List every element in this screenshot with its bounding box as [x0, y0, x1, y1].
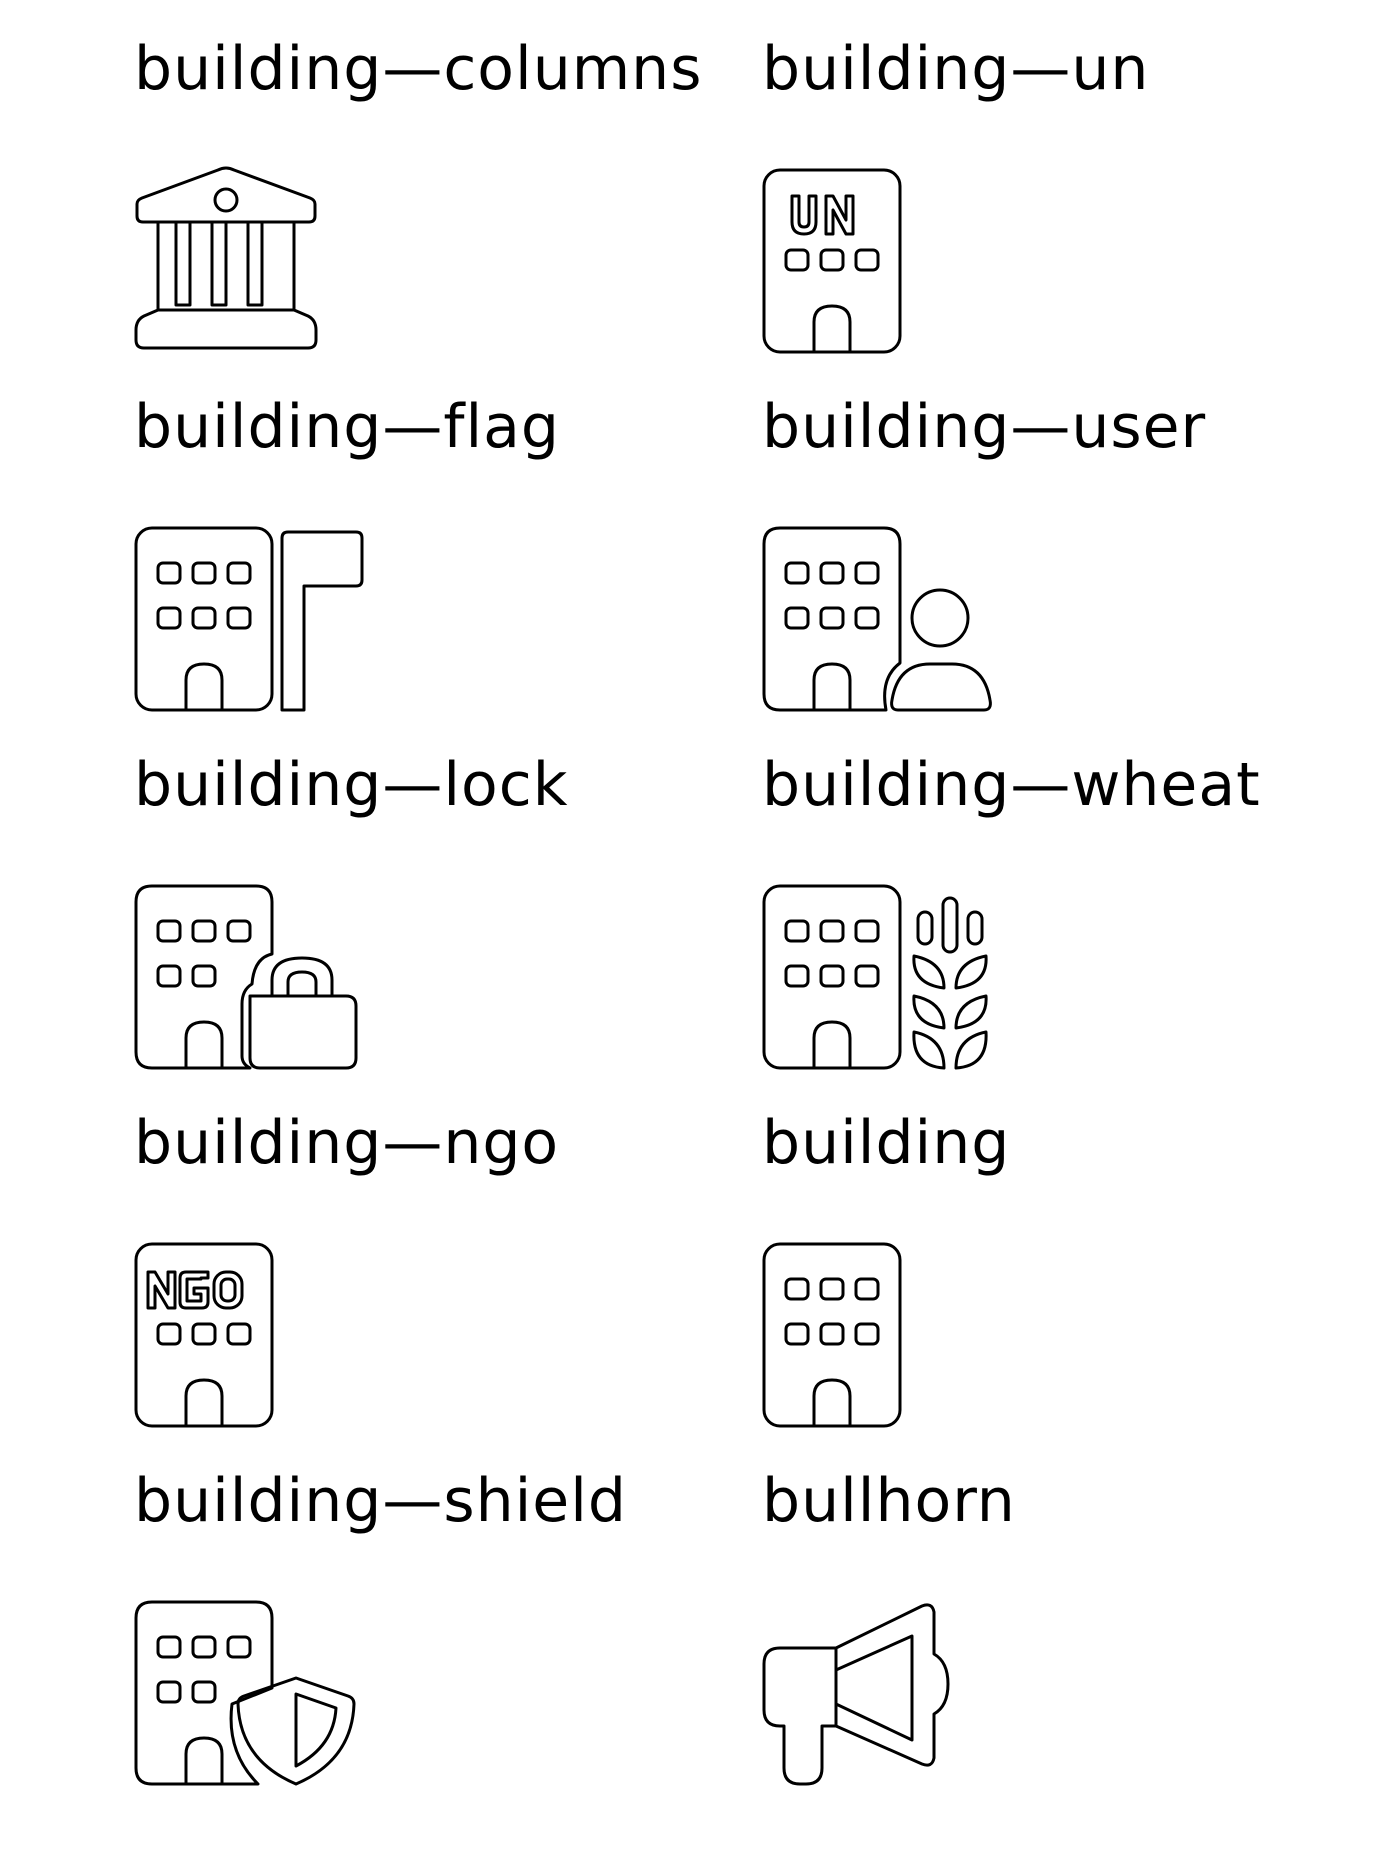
building-lock-icon [134, 884, 358, 1070]
icon-card-building-flag: building—flag [134, 358, 694, 716]
icon-card-building: building [762, 1074, 1322, 1432]
icon-card-building-shield: building—shield [134, 1432, 694, 1790]
icon-label: building—ngo [134, 1108, 560, 1178]
icon-card-building-ngo: building—ngo [134, 1074, 694, 1432]
building-user-icon [762, 526, 992, 712]
building-icon [762, 1242, 902, 1428]
icon-label: building—shield [134, 1466, 627, 1536]
icon-label: building—user [762, 392, 1207, 462]
bullhorn-icon [762, 1603, 950, 1786]
icon-label: bullhorn [762, 1466, 1016, 1536]
icon-label: building—un [762, 34, 1150, 104]
icon-card-building-lock: building—lock [134, 716, 694, 1074]
building-un-icon [762, 168, 902, 354]
building-columns-icon [134, 166, 318, 350]
building-flag-icon [134, 526, 364, 712]
icon-card-building-columns: building—columns [134, 0, 701, 358]
icon-card-building-wheat: building—wheat [762, 716, 1322, 1074]
building-wheat-icon [762, 884, 988, 1070]
icon-label: building—flag [134, 392, 560, 462]
icon-label: building—wheat [762, 750, 1261, 820]
building-ngo-icon [134, 1242, 274, 1428]
icon-card-building-user: building—user [762, 358, 1322, 716]
icon-label: building—lock [134, 750, 569, 820]
icon-label: building—columns [134, 34, 703, 104]
icon-label: building [762, 1108, 1011, 1178]
icon-card-building-un: building—un [762, 0, 1322, 358]
icon-card-bullhorn: bullhorn [762, 1432, 1322, 1790]
icon-grid: building—columns building—un building—fl… [0, 0, 1397, 1865]
building-shield-icon [134, 1600, 356, 1786]
